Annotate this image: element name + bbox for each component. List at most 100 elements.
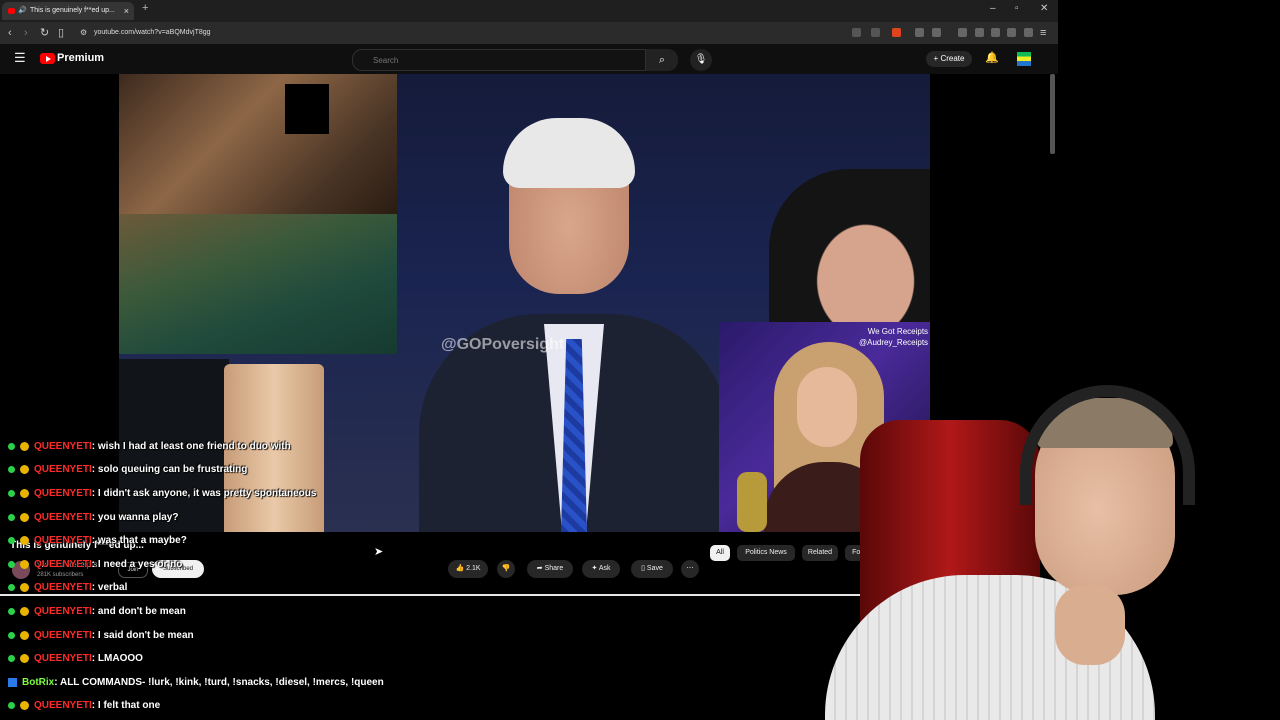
pip-caption-handle: @Audrey_Receipts (859, 338, 929, 347)
maximize-icon[interactable]: ▫ (1015, 3, 1019, 14)
chat-text: : I didn't ask anyone, it was pretty spo… (91, 488, 317, 499)
browser-menu-icon[interactable]: ≡ (1040, 22, 1046, 44)
search-input[interactable] (371, 55, 635, 66)
crown-badge-icon (20, 535, 29, 545)
speaker-icon[interactable]: 🔊 (18, 2, 27, 20)
crown-badge-icon (20, 464, 29, 474)
vpn-icon[interactable] (1024, 28, 1033, 37)
chat-username: QUEENYETI (34, 441, 92, 452)
reload-icon[interactable]: ↻ (40, 22, 49, 44)
install-icon[interactable] (852, 28, 861, 37)
chat-text: : ALL COMMANDS- !lurk, !kink, !turd, !sn… (54, 677, 384, 688)
microphone-icon[interactable]: 🎙 (690, 49, 712, 71)
music-icon[interactable] (958, 28, 967, 37)
share-arrow-icon: ➦ (536, 565, 543, 572)
chat-username: QUEENYETI (34, 559, 92, 570)
chat-text: : I need a yes or no (91, 559, 183, 570)
chat-text: : I felt that one (91, 700, 161, 711)
crown-badge-icon (20, 653, 29, 663)
chip-all[interactable]: All (710, 545, 730, 561)
inset-photo-pool (119, 214, 397, 354)
more-actions-button[interactable]: ⋯ (681, 560, 699, 578)
close-window-icon[interactable]: ✕ (1040, 3, 1048, 14)
green-badge-icon (8, 631, 15, 639)
youtube-logo-icon[interactable] (40, 53, 55, 64)
video-main-speaker (419, 114, 729, 532)
crown-badge-icon (20, 488, 29, 498)
minimize-icon[interactable]: – (990, 3, 996, 14)
chat-message: QUEENYETI: LMAOOO (8, 649, 143, 669)
pip-microphone (737, 472, 767, 532)
chat-message: QUEENYETI: I said don't be mean (8, 626, 194, 646)
inset-photo-hot-tub (119, 74, 397, 214)
streamer-hand (1055, 585, 1125, 665)
share-label: Share (544, 565, 564, 572)
ask-button[interactable]: ✦ Ask (582, 560, 620, 578)
chat-username: QUEENYETI (34, 488, 92, 499)
chat-text: : LMAOOO (91, 653, 143, 664)
browser-tab-bar: 🔊 This is genuinely f**ed up... × + – ▫ … (0, 0, 1058, 22)
chat-username: QUEENYETI (34, 535, 92, 546)
back-icon[interactable]: ‹ (8, 22, 12, 44)
crown-badge-icon (20, 606, 29, 616)
chat-text: : and don't be mean (91, 606, 186, 617)
green-badge-icon (8, 465, 15, 473)
like-count: 2.1K (466, 565, 481, 572)
extensions-icon[interactable] (1007, 28, 1016, 37)
extension-icon[interactable] (915, 28, 924, 37)
chat-text: : wish I had at least one friend to duo … (91, 441, 291, 452)
thumbs-up-icon: 👍 (455, 565, 465, 572)
share-page-icon[interactable] (871, 28, 880, 37)
chat-username: QUEENYETI (34, 582, 92, 593)
new-tab-button[interactable]: + (142, 2, 148, 14)
create-label: Create (940, 54, 965, 63)
video-watermark: @GOPoversight (441, 336, 565, 353)
save-button[interactable]: ▯ Save (631, 560, 673, 578)
chat-message: BotRix: ALL COMMANDS- !lurk, !kink, !tur… (8, 673, 384, 693)
chat-message: QUEENYETI: solo queuing can be frustrati… (8, 460, 247, 480)
create-button[interactable]: + Create (926, 51, 972, 67)
pip-caption: We Got Receipts @Audrey_Receipts (859, 326, 928, 348)
sidebar-icon[interactable] (975, 28, 984, 37)
premium-label[interactable]: Premium (57, 52, 104, 64)
dislike-button[interactable]: 👎 (497, 560, 515, 578)
green-badge-icon (8, 489, 15, 497)
bookmark-icon[interactable]: ▯ (58, 22, 64, 44)
chat-username: QUEENYETI (34, 606, 92, 617)
close-tab-icon[interactable]: × (124, 2, 129, 20)
site-info-icon[interactable]: ⚙ (80, 22, 87, 44)
wallet-icon[interactable] (991, 28, 1000, 37)
youtube-favicon-icon (8, 8, 15, 14)
ask-label: Ask (598, 565, 611, 572)
chat-username: QUEENYETI (34, 653, 92, 664)
like-button[interactable]: 👍 2.1K (448, 560, 488, 578)
extension-icon[interactable] (932, 28, 941, 37)
crown-badge-icon (20, 512, 29, 522)
forward-icon[interactable]: › (24, 22, 28, 44)
hamburger-menu-icon[interactable]: ☰ (14, 50, 26, 66)
chat-username: QUEENYETI (34, 630, 92, 641)
notifications-bell-icon[interactable]: 🔔 (985, 51, 999, 64)
browser-tab[interactable]: 🔊 This is genuinely f**ed up... × (2, 2, 134, 20)
green-badge-icon (8, 654, 15, 662)
chat-text: : verbal (91, 582, 128, 593)
streamer-webcam (785, 380, 1280, 720)
share-button[interactable]: ➦ Share (527, 560, 573, 578)
brave-shield-icon[interactable] (892, 28, 901, 37)
chat-username: QUEENYETI (34, 700, 92, 711)
address-bar[interactable]: youtube.com/watch?v=aBQMdvjT8gg (94, 22, 211, 44)
search-icon[interactable]: ⌕ (646, 49, 678, 71)
green-badge-icon (8, 607, 15, 615)
pip-caption-name: We Got Receipts (867, 327, 929, 336)
green-badge-icon (8, 442, 15, 450)
green-badge-icon (8, 701, 15, 709)
chat-text: : was that a maybe? (91, 535, 187, 546)
account-avatar[interactable] (1017, 52, 1031, 66)
search-box[interactable] (352, 49, 646, 71)
green-badge-icon (8, 583, 15, 591)
crown-badge-icon (20, 630, 29, 640)
chat-message: QUEENYETI: I need a yes or no (8, 555, 182, 575)
mouse-cursor-icon: ➤ (374, 546, 384, 558)
page-scrollbar[interactable] (1050, 74, 1055, 154)
chat-message: QUEENYETI: I didn't ask anyone, it was p… (8, 484, 316, 504)
